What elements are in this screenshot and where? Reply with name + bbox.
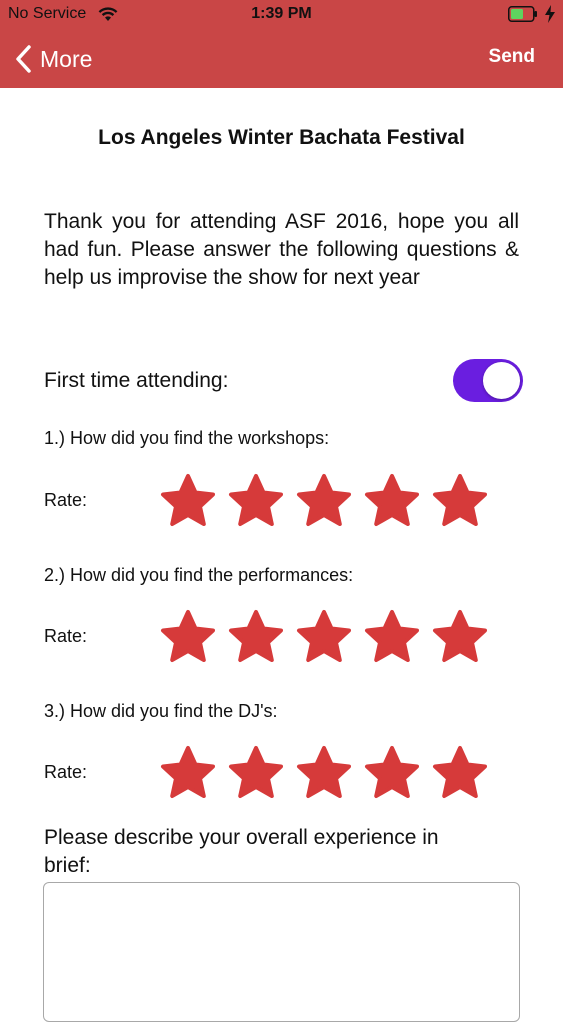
star-icon[interactable]: [228, 609, 284, 663]
star-icon[interactable]: [432, 609, 488, 663]
star-icon[interactable]: [296, 745, 352, 799]
rate-label: Rate:: [44, 626, 88, 646]
star-icon[interactable]: [364, 609, 420, 663]
chevron-left-icon: [16, 45, 31, 73]
star-icon[interactable]: [364, 745, 420, 799]
rate-label: Rate:: [44, 490, 88, 510]
rating-stars-djs[interactable]: [160, 745, 488, 799]
describe-label: Please describe your overall experience …: [44, 826, 439, 877]
clock: 1:39 PM: [251, 5, 312, 22]
star-icon[interactable]: [160, 609, 216, 663]
page-title: Los Angeles Winter Bachata Festival: [98, 126, 465, 149]
back-button[interactable]: More: [14, 40, 92, 78]
battery-icon: [508, 6, 537, 22]
toggle-knob: [483, 362, 520, 399]
rating-stars-performances[interactable]: [160, 609, 488, 663]
survey-form: Los Angeles Winter Bachata Festival Than…: [0, 88, 563, 1022]
star-icon[interactable]: [296, 473, 352, 527]
star-icon[interactable]: [432, 473, 488, 527]
back-button-label: More: [40, 45, 93, 72]
send-button[interactable]: Send: [489, 46, 535, 68]
rating-stars-workshops[interactable]: [160, 473, 488, 527]
star-icon[interactable]: [160, 745, 216, 799]
charging-bolt-icon: [545, 5, 555, 23]
question-workshops: 1.) How did you find the workshops:: [44, 428, 330, 448]
question-performances: 2.) How did you find the performances:: [44, 565, 354, 585]
status-bar: No Service 1:39 PM: [0, 0, 563, 30]
intro-text: Thank you for attending ASF 2016, hope y…: [44, 210, 519, 289]
star-icon[interactable]: [160, 473, 216, 527]
rate-label: Rate:: [44, 762, 88, 782]
star-icon[interactable]: [228, 473, 284, 527]
question-djs: 3.) How did you find the DJ's:: [44, 701, 278, 721]
app-header: No Service 1:39 PM More Send: [0, 0, 563, 88]
star-icon[interactable]: [228, 745, 284, 799]
nav-bar: More Send: [0, 34, 563, 84]
first-time-label: First time attending:: [44, 369, 229, 392]
star-icon[interactable]: [432, 745, 488, 799]
first-time-toggle[interactable]: [453, 359, 523, 402]
experience-textarea[interactable]: [43, 882, 520, 1022]
star-icon[interactable]: [296, 609, 352, 663]
star-icon[interactable]: [364, 473, 420, 527]
